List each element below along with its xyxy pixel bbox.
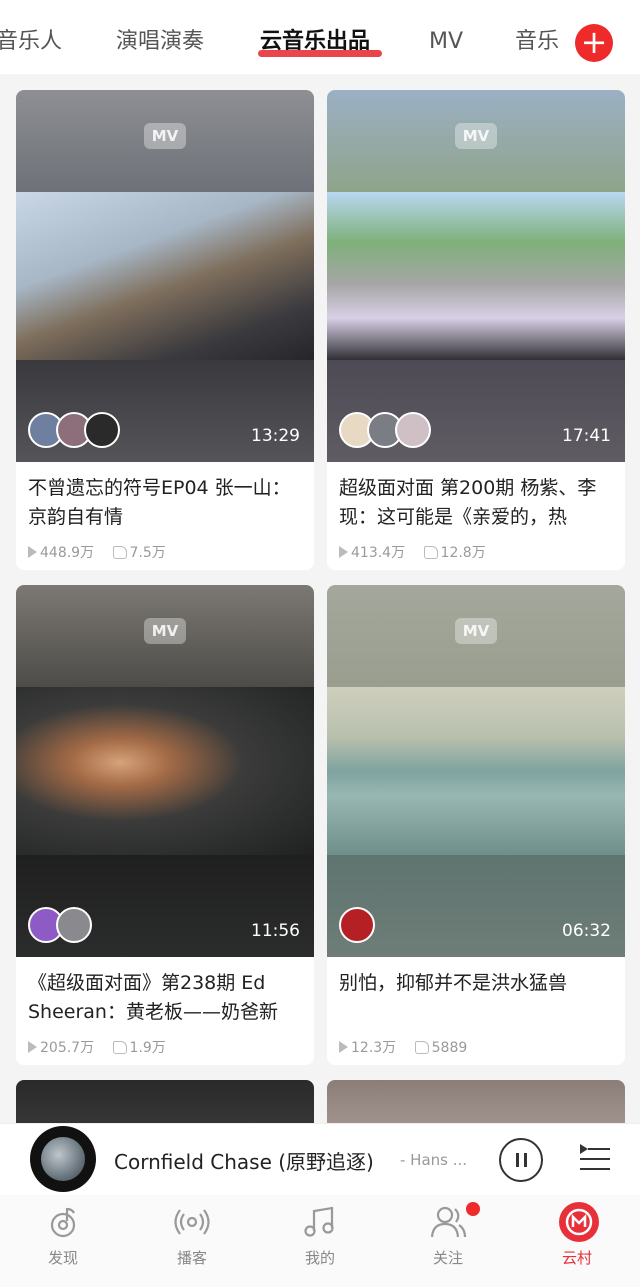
mv-badge: MV (455, 618, 497, 644)
nav-item-discover[interactable]: 发现 (18, 1203, 108, 1268)
video-card[interactable]: MV 11:56 《超级面对面》第238期 Ed Sheeran：黄老板——奶爸… (16, 585, 314, 1065)
video-duration: 11:56 (251, 921, 300, 941)
like-count: 7.5万 (129, 545, 166, 561)
album-art (41, 1137, 85, 1181)
video-duration: 17:41 (562, 426, 611, 446)
mv-badge: MV (144, 123, 186, 149)
album-disc[interactable] (30, 1126, 96, 1192)
nav-item-cloud-village[interactable]: 云村 (532, 1202, 622, 1268)
notification-dot (466, 1202, 480, 1216)
play-count: 205.7万 (40, 1040, 95, 1056)
discover-icon (44, 1203, 82, 1241)
tab-musicians[interactable]: 音乐人 (0, 26, 62, 58)
nav-label: 发现 (47, 1249, 78, 1267)
nav-item-podcast[interactable]: 播客 (147, 1203, 237, 1268)
avatar (395, 412, 431, 448)
mini-player[interactable]: Cornfield Chase (原野追逐) - Hans ... (0, 1123, 640, 1195)
tab-mv[interactable]: MV (429, 26, 463, 58)
nav-label: 我的 (304, 1249, 335, 1267)
video-stats: 448.9万 7.5万 (28, 542, 166, 562)
nav-label: 播客 (176, 1249, 207, 1267)
video-thumbnail[interactable]: MV 11:56 (16, 585, 314, 957)
like-icon (112, 546, 127, 559)
video-card[interactable]: MV 17:41 超级面对面 第200期 杨紫、李现：这可能是《亲爱的，热 41… (327, 90, 625, 570)
play-count-icon (339, 546, 348, 558)
play-count-icon (339, 1041, 348, 1053)
play-count-icon (28, 546, 37, 558)
like-count: 1.9万 (129, 1040, 166, 1056)
video-card[interactable]: MV 13:29 不曾遗忘的符号EP04 张一山：京韵自有情 448.9万 7.… (16, 90, 314, 570)
nav-item-mine[interactable]: 我的 (275, 1203, 365, 1268)
avatar (56, 907, 92, 943)
playlist-button[interactable] (580, 1144, 610, 1174)
video-stats: 12.3万 5889 (339, 1037, 467, 1057)
cloud-village-icon (558, 1202, 599, 1242)
active-tab-indicator (258, 50, 382, 57)
play-count: 413.4万 (351, 545, 406, 561)
nav-item-follow[interactable]: 关注 (403, 1203, 493, 1268)
category-tabs: 音乐人 演唱演奏 云音乐出品 MV 音乐 + (0, 0, 640, 74)
video-title[interactable]: 《超级面对面》第238期 Ed Sheeran：黄老板——奶爸新 (28, 969, 304, 1027)
video-title[interactable]: 别怕，抑郁并不是洪水猛兽 (339, 969, 615, 1027)
podcast-icon (173, 1203, 211, 1241)
avatar (339, 907, 375, 943)
video-title[interactable]: 不曾遗忘的符号EP04 张一山：京韵自有情 (28, 474, 304, 532)
pause-icon (524, 1153, 527, 1167)
music-note-icon (301, 1203, 339, 1241)
add-tab-button[interactable]: + (575, 24, 613, 62)
pause-icon (516, 1153, 519, 1167)
song-title[interactable]: Cornfield Chase (原野追逐) (114, 1146, 374, 1175)
tab-performance[interactable]: 演唱演奏 (116, 26, 204, 58)
bottom-navigation: 发现 播客 我的 关注 云村 (0, 1195, 640, 1287)
like-icon (112, 1041, 127, 1054)
video-thumbnail[interactable]: MV 17:41 (327, 90, 625, 462)
nav-label: 关注 (432, 1249, 463, 1267)
like-icon (423, 546, 438, 559)
mv-badge: MV (455, 123, 497, 149)
play-count: 12.3万 (351, 1040, 397, 1056)
video-stats: 205.7万 1.9万 (28, 1037, 166, 1057)
playlist-icon (580, 1144, 588, 1154)
nav-label: 云村 (561, 1249, 592, 1267)
video-thumbnail[interactable]: MV 13:29 (16, 90, 314, 462)
video-thumbnail[interactable]: MV 06:32 (327, 585, 625, 957)
mv-badge: MV (144, 618, 186, 644)
video-duration: 06:32 (562, 921, 611, 941)
song-artist: - Hans ... (400, 1151, 468, 1169)
video-title[interactable]: 超级面对面 第200期 杨紫、李现：这可能是《亲爱的，热 (339, 474, 615, 532)
like-count: 12.8万 (440, 545, 486, 561)
video-card[interactable]: MV 06:32 别怕，抑郁并不是洪水猛兽 12.3万 5889 (327, 585, 625, 1065)
video-duration: 13:29 (251, 426, 300, 446)
tab-music[interactable]: 音乐 (515, 26, 559, 58)
play-count-icon (28, 1041, 37, 1053)
play-count: 448.9万 (40, 545, 95, 561)
like-count: 5889 (431, 1040, 468, 1056)
like-icon (414, 1041, 429, 1054)
avatar (84, 412, 120, 448)
pause-button[interactable] (499, 1138, 543, 1182)
video-stats: 413.4万 12.8万 (339, 542, 486, 562)
follow-icon (429, 1203, 467, 1241)
